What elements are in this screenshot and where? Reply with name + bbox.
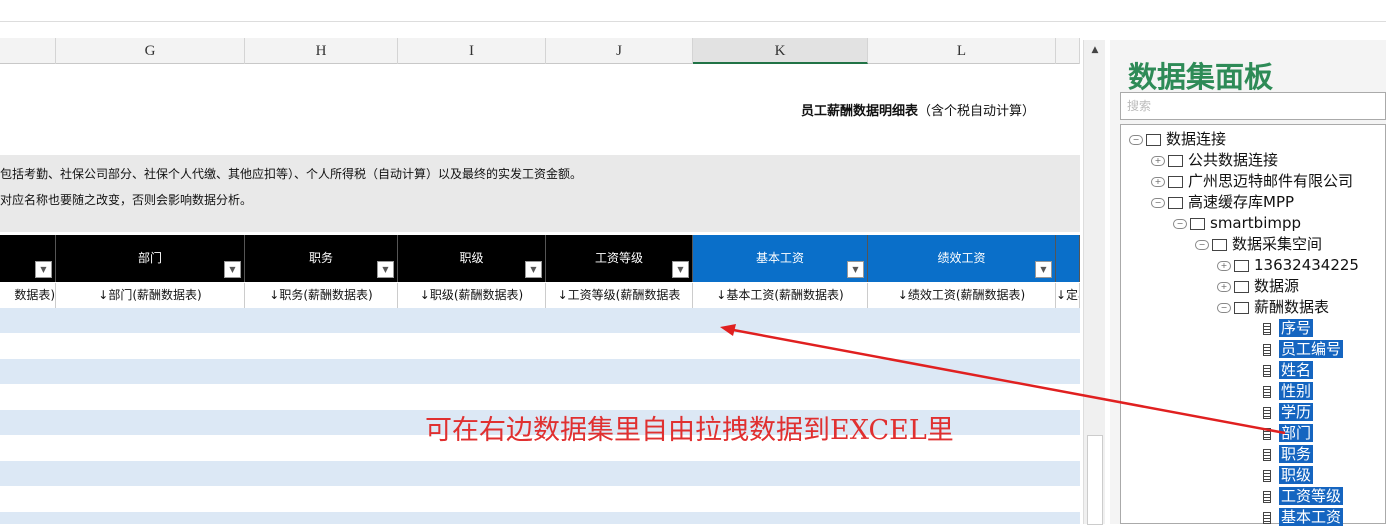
folder-icon <box>1234 259 1249 272</box>
field-node[interactable]: 性别 <box>1263 381 1314 402</box>
field-cell[interactable]: 数据表) <box>0 283 56 308</box>
collapse-icon[interactable]: − <box>1217 302 1231 313</box>
field-icon <box>1263 343 1271 356</box>
database-icon <box>1168 196 1183 209</box>
panel-title: 数据集面板 <box>1128 60 1274 94</box>
field-cell[interactable]: ↓绩效工资(薪酬数据表) <box>868 283 1056 308</box>
field-node[interactable]: 工资等级 <box>1263 486 1344 507</box>
field-node[interactable]: 部门 <box>1263 423 1314 444</box>
filter-dropdown[interactable]: ▼ <box>377 261 394 278</box>
field-node[interactable]: 姓名 <box>1263 360 1314 381</box>
field-icon <box>1263 511 1271 524</box>
column-header-l[interactable]: L <box>868 38 1056 64</box>
data-row[interactable] <box>0 461 1080 487</box>
table-icon <box>1234 280 1249 293</box>
field-node[interactable]: 学历 <box>1263 402 1314 423</box>
note-line-1: 包括考勤、社保公司部分、社保个人代缴、其他应扣等）、个人所得税（自动计算）以及最… <box>0 167 583 181</box>
header-row: ▼ 部门 ▼ 职务 ▼ 职级 ▼ 工资等级 ▼ 基本工资 ▼ 绩效工资 ▼ <box>0 235 1080 282</box>
header-cell[interactable]: 职级 ▼ <box>398 235 546 282</box>
vertical-scrollbar[interactable]: ▲ <box>1083 40 1106 525</box>
schema-icon <box>1190 217 1205 230</box>
field-icon <box>1263 364 1271 377</box>
column-header-i[interactable]: I <box>398 38 546 64</box>
scroll-up-icon[interactable]: ▲ <box>1084 40 1106 60</box>
field-cell[interactable]: ↓职务(薪酬数据表) <box>245 283 398 308</box>
field-cell[interactable]: ↓定非 <box>1056 283 1080 308</box>
data-row[interactable] <box>0 359 1080 385</box>
column-headers: G H I J K L <box>0 38 1080 64</box>
annotation-text: 可在右边数据集里自由拉拽数据到EXCEL里 <box>425 415 954 446</box>
filter-dropdown[interactable]: ▼ <box>224 261 241 278</box>
tree-node[interactable]: − 高速缓存库MPP <box>1151 192 1294 213</box>
tree-node[interactable]: + 广州思迈特邮件有限公司 <box>1151 171 1353 192</box>
column-header-f[interactable] <box>0 38 56 64</box>
table-icon <box>1234 301 1249 314</box>
connection-icon <box>1146 133 1161 146</box>
data-row[interactable] <box>0 487 1080 513</box>
expand-icon[interactable]: + <box>1151 155 1165 166</box>
collapse-icon[interactable]: − <box>1195 239 1209 250</box>
folder-icon <box>1168 154 1183 167</box>
search-input[interactable]: 搜索 <box>1120 92 1386 120</box>
expand-icon[interactable]: + <box>1217 281 1231 292</box>
field-icon <box>1263 385 1271 398</box>
field-icon <box>1263 469 1271 482</box>
tree-node[interactable]: − smartbimpp <box>1173 213 1301 234</box>
column-header-k[interactable]: K <box>693 38 868 64</box>
column-header-m[interactable] <box>1056 38 1080 64</box>
column-header-h[interactable]: H <box>245 38 398 64</box>
ribbon-edge <box>0 0 1386 22</box>
data-row[interactable] <box>0 334 1080 360</box>
field-node[interactable]: 员工编号 <box>1263 339 1344 360</box>
expand-icon[interactable]: + <box>1151 176 1165 187</box>
field-cell[interactable]: ↓部门(薪酬数据表) <box>56 283 245 308</box>
expand-icon[interactable]: + <box>1217 260 1231 271</box>
header-cell[interactable]: 绩效工资 ▼ <box>868 235 1056 282</box>
field-icon <box>1263 427 1271 440</box>
collapse-icon[interactable]: − <box>1173 218 1187 229</box>
filter-dropdown[interactable]: ▼ <box>672 261 689 278</box>
dataset-panel: 数据集面板 搜索 − 数据连接 + 公共数据连接 + 广州思迈特邮件有限公司 − 高速缓… <box>1110 40 1386 526</box>
header-cell[interactable]: 工资等级 ▼ <box>546 235 693 282</box>
data-row[interactable] <box>0 308 1080 334</box>
field-node[interactable]: 序号 <box>1263 318 1314 339</box>
scrollbar-thumb[interactable] <box>1087 435 1103 525</box>
tree-node[interactable]: − 薪酬数据表 <box>1217 297 1329 318</box>
field-icon <box>1263 490 1271 503</box>
sheet-title: 员工薪酬数据明细表（含个税自动计算） <box>800 104 1035 119</box>
column-header-j[interactable]: J <box>546 38 693 64</box>
header-cell[interactable]: 部门 ▼ <box>56 235 245 282</box>
folder-icon <box>1212 238 1227 251</box>
field-cell[interactable]: ↓职级(薪酬数据表) <box>398 283 546 308</box>
header-cell[interactable]: 基本工资 ▼ <box>693 235 868 282</box>
header-cell[interactable]: 职务 ▼ <box>245 235 398 282</box>
field-node[interactable]: 基本工资 <box>1263 507 1344 528</box>
field-node[interactable]: 职级 <box>1263 465 1314 486</box>
field-icon <box>1263 406 1271 419</box>
filter-dropdown[interactable]: ▼ <box>847 261 864 278</box>
worksheet[interactable]: 员工薪酬数据明细表（含个税自动计算） 包括考勤、社保公司部分、社保个人代缴、其他… <box>0 64 1080 524</box>
note-line-2: 对应名称也要随之改变，否则会影响数据分析。 <box>0 193 253 207</box>
collapse-icon[interactable]: − <box>1129 134 1143 145</box>
field-row: 数据表) ↓部门(薪酬数据表) ↓职务(薪酬数据表) ↓职级(薪酬数据表) ↓工… <box>0 283 1080 308</box>
field-icon <box>1263 322 1271 335</box>
field-icon <box>1263 448 1271 461</box>
column-header-g[interactable]: G <box>56 38 245 64</box>
field-cell[interactable]: ↓基本工资(薪酬数据表) <box>693 283 868 308</box>
filter-dropdown[interactable]: ▼ <box>35 261 52 278</box>
folder-icon <box>1168 175 1183 188</box>
tree-node[interactable]: + 公共数据连接 <box>1151 150 1278 171</box>
data-row[interactable] <box>0 512 1080 524</box>
field-node[interactable]: 职务 <box>1263 444 1314 465</box>
tree-node[interactable]: +13632434225 <box>1217 255 1359 276</box>
tree-node[interactable]: + 数据源 <box>1217 276 1299 297</box>
tree-node[interactable]: − 数据连接 <box>1129 129 1226 150</box>
collapse-icon[interactable]: − <box>1151 197 1165 208</box>
filter-dropdown[interactable]: ▼ <box>1035 261 1052 278</box>
tree-node[interactable]: − 数据采集空间 <box>1195 234 1322 255</box>
dataset-tree: − 数据连接 + 公共数据连接 + 广州思迈特邮件有限公司 − 高速缓存库MPP − sm… <box>1120 124 1386 526</box>
filter-dropdown[interactable]: ▼ <box>525 261 542 278</box>
field-cell[interactable]: ↓工资等级(薪酬数据表 <box>546 283 693 308</box>
notes-band: 包括考勤、社保公司部分、社保个人代缴、其他应扣等）、个人所得税（自动计算）以及最… <box>0 155 1080 232</box>
